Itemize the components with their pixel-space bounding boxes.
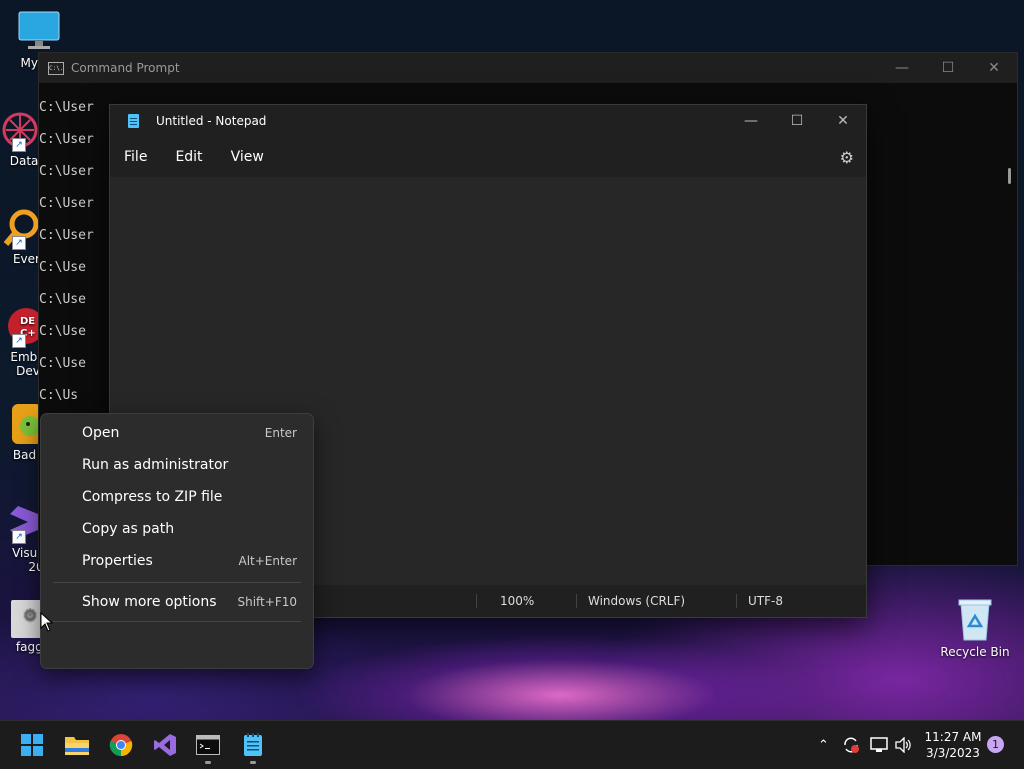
shortcut-arrow-icon: ↗	[12, 138, 26, 152]
mouse-cursor-icon	[40, 612, 54, 632]
cmd-line: C:\Use	[39, 324, 86, 339]
command-prompt-scrollbar[interactable]	[1008, 168, 1011, 184]
shortcut-arrow-icon: ↗	[12, 334, 26, 348]
minimize-icon[interactable]: —	[879, 60, 925, 76]
status-encoding: UTF-8	[748, 594, 783, 608]
command-prompt-output: C:\User C:\User C:\User C:\User C:\User …	[39, 99, 94, 419]
running-indicator	[250, 761, 256, 764]
context-menu-compress-zip[interactable]: Compress to ZIP file	[41, 481, 313, 513]
status-zoom: 100%	[500, 594, 535, 608]
context-menu-run-as-administrator[interactable]: Run as administrator	[41, 449, 313, 481]
svg-text:DE: DE	[20, 316, 35, 327]
volume-icon[interactable]	[894, 721, 912, 769]
desktop-icon-recycle-bin[interactable]: Recycle Bin	[937, 598, 1013, 659]
shortcut-arrow-icon: ↗	[12, 236, 26, 250]
status-separator	[476, 594, 477, 608]
context-menu-properties[interactable]: Properties Alt+Enter	[41, 545, 313, 577]
shortcut-arrow-icon: ↗	[12, 530, 26, 544]
cmd-line: C:\User	[39, 132, 94, 147]
command-prompt-titlebar[interactable]: C:\. Command Prompt — ☐ ✕	[39, 53, 1017, 83]
context-menu-open[interactable]: Open Enter	[41, 417, 313, 449]
sync-status-icon[interactable]	[842, 721, 860, 769]
cmd-line: C:\User	[39, 196, 94, 211]
clock-time: 11:27 AM	[924, 730, 982, 744]
clock-date: 3/3/2023	[926, 746, 980, 760]
settings-gear-icon[interactable]: ⚙	[840, 148, 854, 167]
menu-edit[interactable]: Edit	[161, 149, 216, 165]
context-menu-show-more-options[interactable]: Show more options Shift+F10	[41, 586, 313, 618]
context-menu-copy-as-path[interactable]: Copy as path	[41, 513, 313, 545]
cmd-line: C:\User	[39, 228, 94, 243]
context-menu-divider	[53, 621, 301, 622]
cmd-line: C:\Use	[39, 292, 86, 307]
maximize-icon[interactable]: ☐	[925, 60, 971, 76]
visual-studio-icon[interactable]	[151, 731, 179, 759]
notepad-icon[interactable]	[239, 731, 267, 759]
taskbar: ⌃ 11:27 AM 3/3/2023	[0, 720, 1024, 769]
menu-file[interactable]: File	[110, 149, 161, 165]
close-icon[interactable]: ✕	[820, 113, 866, 129]
file-explorer-icon[interactable]	[63, 731, 91, 759]
minimize-icon[interactable]: —	[728, 113, 774, 129]
notepad-titlebar[interactable]: Untitled - Notepad — ☐ ✕	[110, 105, 866, 137]
show-hidden-icons-chevron-up-icon[interactable]: ⌃	[818, 721, 829, 769]
command-prompt-title: Command Prompt	[71, 61, 180, 75]
network-icon[interactable]	[870, 721, 888, 769]
menu-view[interactable]: View	[217, 149, 278, 165]
embarcadero-dev-icon: DE C+ ↗	[0, 304, 44, 348]
notepad-menubar: File Edit View ⚙	[110, 137, 866, 177]
cmd-line: C:\Use	[39, 356, 86, 371]
notepad-title: Untitled - Notepad	[156, 114, 267, 128]
command-prompt-icon[interactable]	[194, 731, 222, 759]
datawarrior-icon: ↗	[0, 108, 42, 152]
cmd-line: C:\User	[39, 164, 94, 179]
cmd-line: C:\Use	[39, 260, 86, 275]
taskbar-clock[interactable]: 11:27 AM 3/3/2023	[922, 729, 984, 761]
everything-search-icon: ↗	[0, 206, 42, 250]
notification-badge[interactable]: 1	[987, 736, 1004, 753]
monitor-icon	[17, 10, 61, 54]
cmd-line: C:\User	[39, 100, 94, 115]
status-separator	[736, 594, 737, 608]
context-menu-divider	[53, 582, 301, 583]
chrome-icon[interactable]	[107, 731, 135, 759]
command-prompt-title-icon: C:\.	[48, 61, 64, 75]
file-context-menu: Open Enter Run as administrator Compress…	[40, 413, 314, 669]
windows-start-icon[interactable]	[18, 731, 46, 759]
status-line-ending: Windows (CRLF)	[588, 594, 686, 608]
notepad-icon	[128, 114, 139, 128]
recycle-bin-label: Recycle Bin	[940, 645, 1010, 659]
bad-piggies-icon	[0, 402, 42, 446]
status-separator	[576, 594, 577, 608]
close-icon[interactable]: ✕	[971, 60, 1017, 76]
running-indicator	[205, 761, 211, 764]
recycle-bin-icon	[958, 599, 992, 641]
visual-studio-desktop-icon: ↗	[0, 500, 42, 544]
maximize-icon[interactable]: ☐	[774, 113, 820, 129]
